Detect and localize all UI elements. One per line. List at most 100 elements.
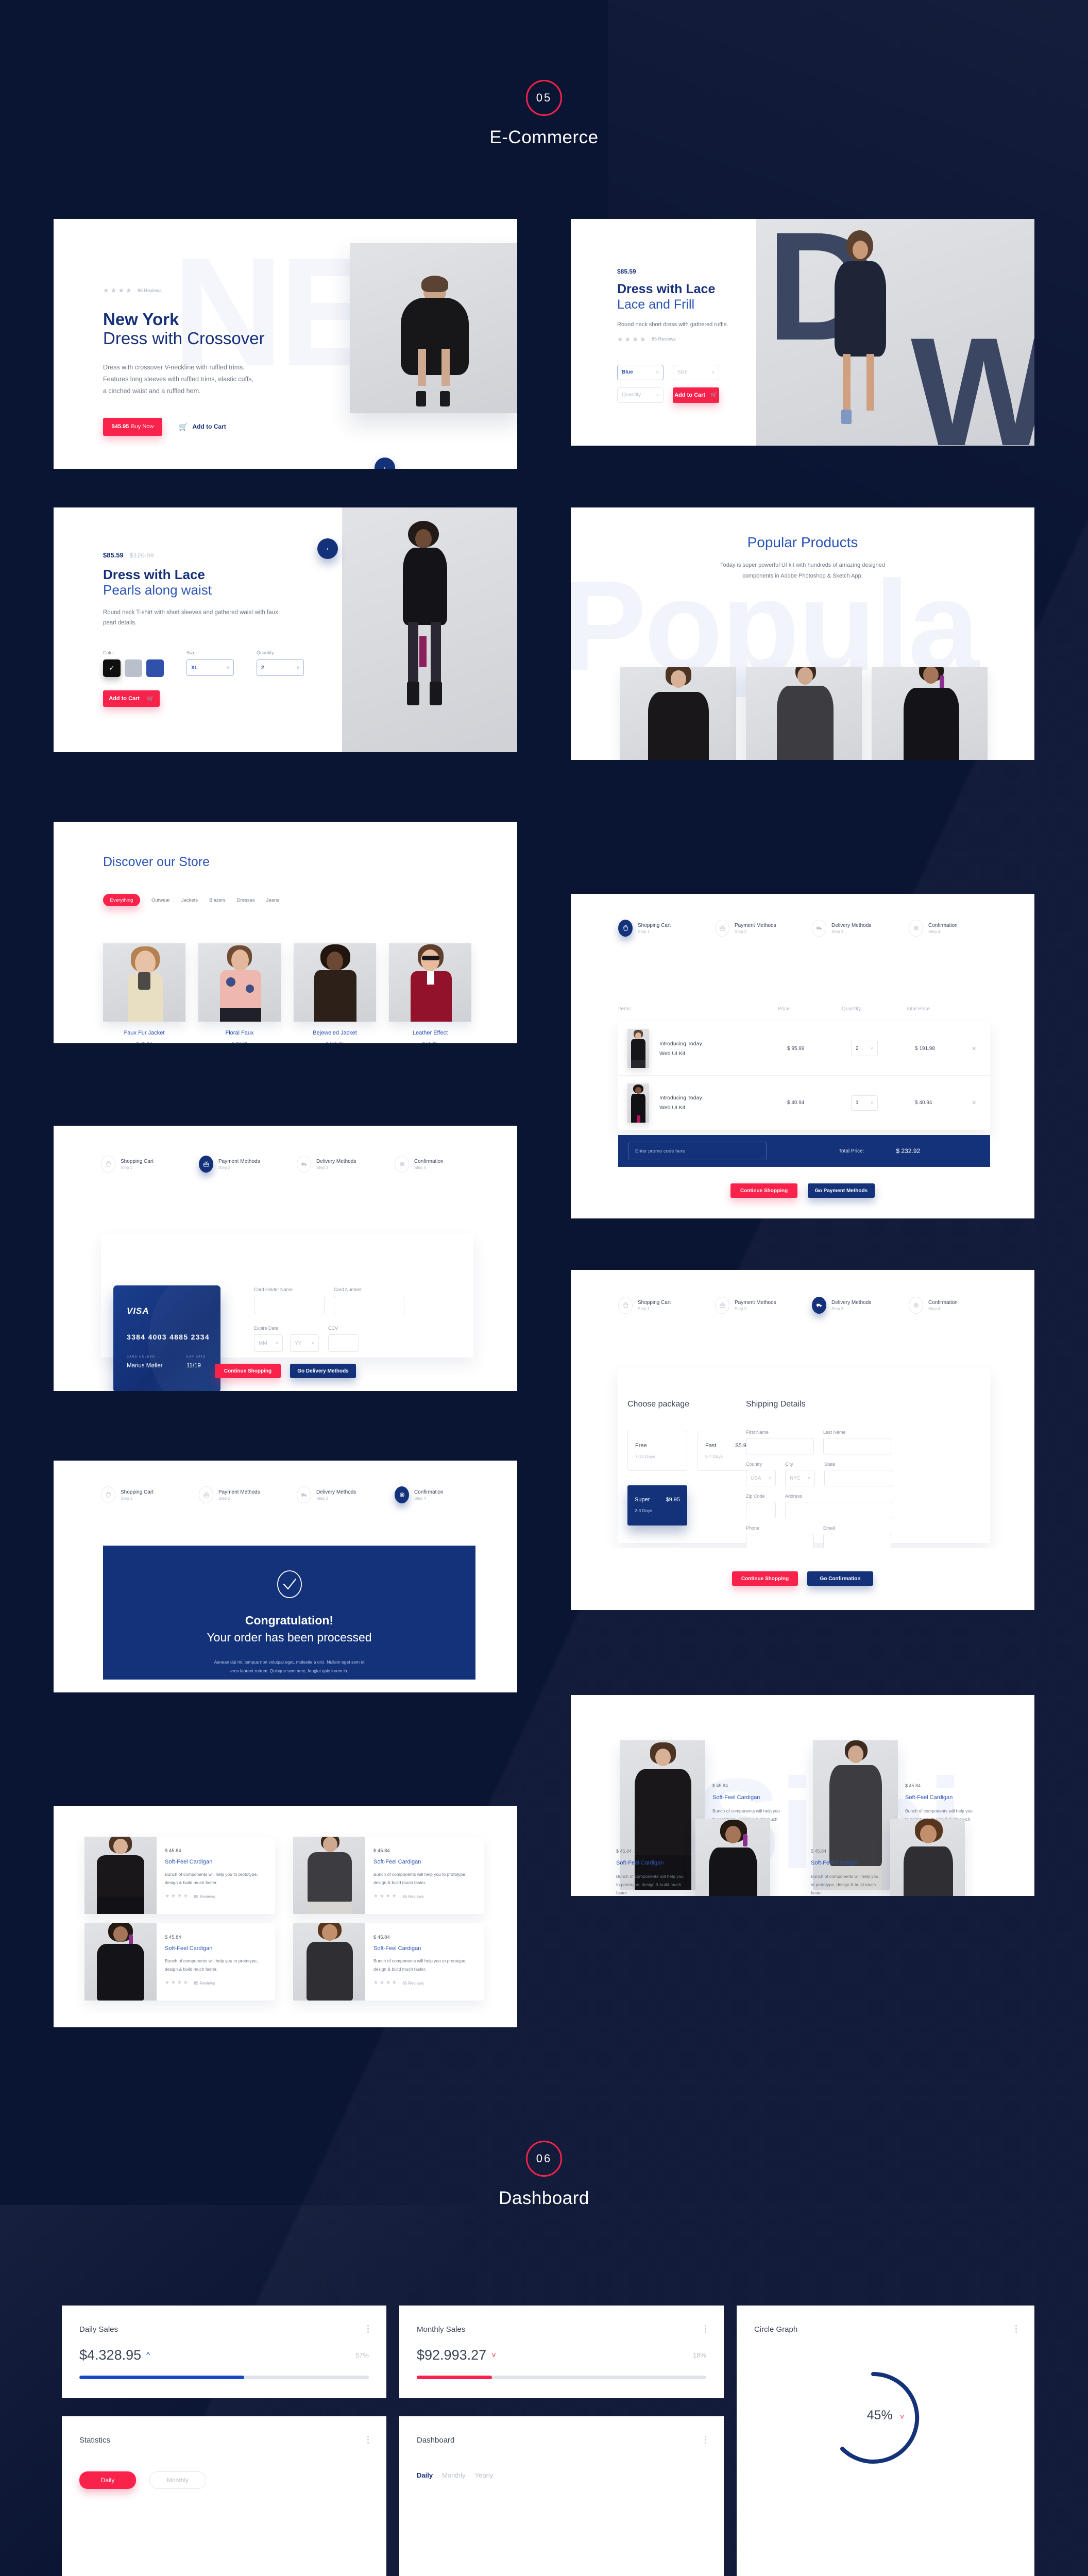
popular-product-card-1[interactable]: Soft-Feel Cardigan $ 45.84 Bunch of comp…	[620, 667, 736, 760]
promo-code-input[interactable]: Enter promo code here	[628, 1142, 767, 1160]
step-confirmation[interactable]: Confirmation Step 4	[395, 1156, 444, 1173]
store-item-2[interactable]: Floral Faux $ 90.00	[198, 943, 281, 1043]
pearls-title-light: Pearls along waist	[103, 582, 212, 598]
card-holder-name-input[interactable]	[254, 1296, 325, 1314]
cart-item-remove-button[interactable]: ✕	[972, 1099, 976, 1106]
store-filter-outwear[interactable]: Outwear	[151, 897, 170, 903]
step-shopping-cart[interactable]: Shopping Cart Step 1	[618, 920, 715, 937]
step-payment-methods[interactable]: Payment Methods Step 2	[715, 920, 812, 937]
step-delivery-methods[interactable]: Delivery Methods Step 3	[297, 1486, 395, 1503]
step-sublabel: Step 3	[831, 929, 844, 934]
go-confirmation-button[interactable]: Go Confirmation	[807, 1571, 873, 1586]
store-filter-everything[interactable]: Everything	[103, 894, 140, 906]
popular-product-card-3[interactable]: Save Hours of Designing $ 45.84 Bunch of…	[872, 667, 988, 760]
buy-now-button[interactable]: $45.95 Buy Now	[103, 417, 162, 436]
quantity-select[interactable]: Quantity ˅	[617, 387, 664, 403]
continue-shopping-button[interactable]: Continue Shopping	[732, 1571, 798, 1586]
store-filter-dresses[interactable]: Dresses	[237, 897, 255, 903]
dashboard-tab-monthly[interactable]: Monthly	[442, 2471, 466, 2479]
continue-shopping-button[interactable]: Continue Shopping	[730, 1183, 797, 1198]
add-to-cart-button[interactable]: Add to Cart 🛒	[103, 690, 160, 707]
step-delivery-methods[interactable]: Delivery Methods Step 3	[812, 920, 909, 937]
dashboard-tab-yearly[interactable]: Yearly	[475, 2471, 494, 2479]
store-filter-jackets[interactable]: Jackets	[181, 897, 198, 903]
expire-year-select[interactable]: YY ˅	[290, 1334, 319, 1352]
size-select[interactable]: XL ˅	[186, 659, 234, 676]
city-select[interactable]: NYC ˅	[785, 1470, 815, 1486]
more-options-icon[interactable]	[367, 2436, 369, 2444]
color-swatch-black[interactable]: ✓	[103, 659, 121, 677]
similar-item-3[interactable]: $ 45.84 Soft-Feel Cardigan Bunch of comp…	[616, 1819, 770, 1896]
add-to-cart-link[interactable]: 🛒 Add to Cart	[179, 422, 226, 431]
last-name-input[interactable]	[823, 1438, 891, 1454]
expire-month-select[interactable]: MM ˅	[254, 1334, 283, 1352]
more-options-icon[interactable]	[705, 2436, 706, 2444]
country-select[interactable]: USA ˅	[746, 1470, 776, 1486]
step-payment-methods[interactable]: Payment Methods Step 2	[199, 1486, 297, 1503]
go-payment-methods-button[interactable]: Go Payment Methods	[808, 1183, 875, 1198]
step-delivery-methods[interactable]: Delivery Methods Step 3	[297, 1156, 395, 1173]
state-input[interactable]	[824, 1470, 892, 1486]
address-input[interactable]	[785, 1502, 892, 1518]
shopping-cart-card: Shopping Cart Step 1 Payment Methods Step …	[571, 894, 1034, 1218]
similar-item-4[interactable]: $ 45.84 Soft-Feel Cardigan Bunch of comp…	[811, 1819, 965, 1896]
step-shopping-cart[interactable]: Shopping Cart Step 1	[618, 1297, 715, 1314]
grid-item-1[interactable]: $ 45.84 Soft-Feel Cardigan Bunch of comp…	[84, 1837, 275, 1914]
step-confirmation[interactable]: Confirmation Step 4	[909, 1297, 958, 1314]
go-delivery-methods-button[interactable]: Go Delivery Methods	[290, 1364, 356, 1378]
more-options-icon[interactable]	[705, 2325, 706, 2333]
email-input[interactable]	[823, 1534, 891, 1548]
package-option-free[interactable]: Free 7-14 Days	[627, 1431, 687, 1471]
store-item-1[interactable]: Faux Fur Jacket $ 45.94	[103, 943, 185, 1043]
popular-product-card-2[interactable]: Save Hours of Designing $ 45.84 Bunch of…	[746, 667, 862, 760]
star-rating-icons: ★★★★	[373, 1894, 397, 1899]
step-payment-methods[interactable]: Payment Methods Step 2	[199, 1156, 297, 1173]
zip-code-input[interactable]	[746, 1502, 776, 1518]
country-value: USA	[751, 1475, 761, 1481]
ccv-input[interactable]	[328, 1334, 359, 1352]
color-swatch-blue[interactable]	[146, 659, 164, 677]
confirmation-subtitle: Your order has been processed	[207, 1631, 372, 1644]
cart-item-quantity-select[interactable]: 1 ˅	[851, 1095, 878, 1111]
grid-desc: Bunch of components will help you to pro…	[373, 1958, 467, 1972]
size-select[interactable]: Size ˅	[673, 364, 719, 380]
continue-shopping-button[interactable]: Continue Shopping	[215, 1364, 281, 1378]
statistics-tab-daily[interactable]: Daily	[79, 2471, 136, 2489]
dashboard-tab-daily[interactable]: Daily	[417, 2471, 433, 2479]
phone-input[interactable]	[746, 1534, 814, 1548]
more-options-icon[interactable]	[367, 2325, 369, 2333]
step-shopping-cart[interactable]: Shopping Cart Step 1	[101, 1156, 199, 1173]
color-swatch-grey[interactable]	[125, 659, 142, 677]
add-to-cart-button[interactable]: Add to Cart 🛒	[673, 387, 719, 403]
metric-percent: 57%	[355, 2351, 369, 2359]
grid-item-3[interactable]: $ 45.84 Soft-Feel Cardigan Bunch of comp…	[84, 1923, 275, 2001]
carousel-prev-button[interactable]: ‹	[375, 457, 395, 469]
store-item-3[interactable]: Bejeweled Jacket $ 195.95	[294, 943, 376, 1043]
store-filter-jeans[interactable]: Jeans	[266, 897, 279, 903]
grid-item-4[interactable]: $ 45.84 Soft-Feel Cardigan Bunch of comp…	[293, 1923, 484, 2001]
product-title-light: Dress with Crossover	[103, 328, 265, 348]
first-name-input[interactable]	[746, 1438, 814, 1454]
card-number-label: Card Number	[334, 1287, 362, 1292]
pearls-old-price: $120.59	[129, 551, 154, 559]
package-option-super[interactable]: Super $9.95 2-3 Days	[627, 1485, 687, 1526]
step-shopping-cart[interactable]: Shopping Cart Step 1	[101, 1486, 199, 1503]
step-sublabel: Step 4	[414, 1496, 427, 1501]
step-payment-methods[interactable]: Payment Methods Step 2	[715, 1297, 812, 1314]
step-confirmation[interactable]: Confirmation Step 4	[909, 920, 958, 937]
step-confirmation[interactable]: Confirmation Step 4	[395, 1486, 444, 1503]
quantity-select[interactable]: 2 ˅	[257, 659, 304, 676]
more-options-icon[interactable]	[1015, 2325, 1017, 2333]
grid-item-2[interactable]: $ 45.84 Soft-Feel Cardigan Bunch of comp…	[293, 1837, 484, 1914]
cart-item-name-line1: Introducing Today	[659, 1040, 702, 1047]
cart-item-remove-button[interactable]: ✕	[972, 1045, 976, 1052]
store-item-4[interactable]: Leather Effect $ 55.95	[389, 943, 471, 1043]
color-select[interactable]: Blue ˅	[617, 364, 664, 380]
step-delivery-methods[interactable]: Delivery Methods Step 3	[812, 1297, 909, 1314]
statistics-tab-monthly[interactable]: Monthly	[149, 2471, 206, 2489]
lace-description: Round neck short dress with gathered ruf…	[617, 321, 728, 328]
card-number-input[interactable]	[334, 1296, 404, 1314]
cart-item-quantity-select[interactable]: 2 ˅	[851, 1041, 878, 1056]
store-filter-blazers[interactable]: Blazers	[209, 897, 226, 903]
star-icon: ★	[373, 1893, 378, 1900]
